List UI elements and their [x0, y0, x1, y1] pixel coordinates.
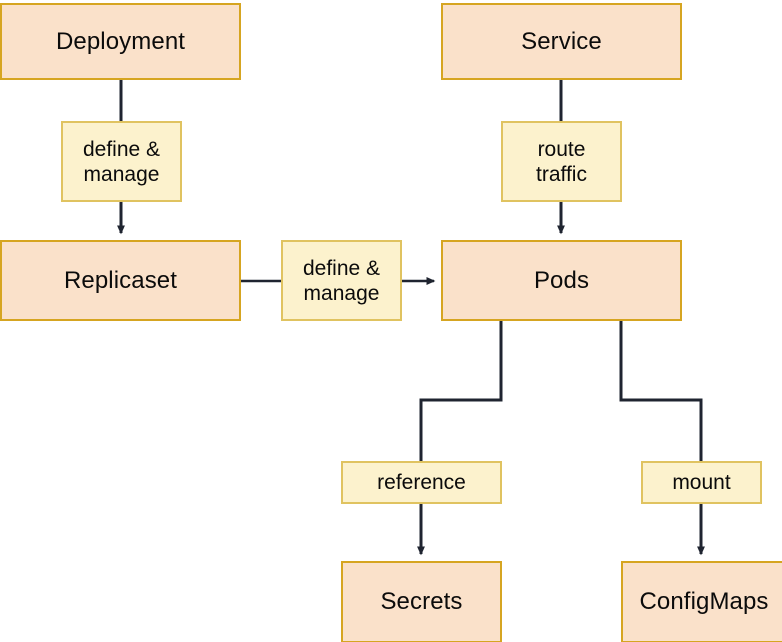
edge-label-reference[interactable]: reference	[341, 461, 502, 504]
edge-label-route-traffic[interactable]: route traffic	[501, 121, 622, 202]
node-configmaps-label: ConfigMaps	[639, 588, 769, 615]
edge-label-mount[interactable]: mount	[641, 461, 762, 504]
edge-label-define-manage-replicaset-text: define & manage	[302, 256, 381, 305]
edge-label-mount-text: mount	[672, 471, 731, 494]
edge-label-define-manage-replicaset[interactable]: define & manage	[281, 240, 402, 321]
diagram-canvas: Deployment Service Replicaset Pods Secre…	[0, 0, 782, 642]
edge-label-define-manage-deployment[interactable]: define & manage	[61, 121, 182, 202]
node-replicaset[interactable]: Replicaset	[0, 240, 241, 321]
edge-pods-to-mount	[619, 321, 703, 461]
node-secrets[interactable]: Secrets	[341, 561, 502, 642]
node-configmaps[interactable]: ConfigMaps	[621, 561, 782, 642]
edge-label-reference-text: reference	[377, 471, 466, 494]
node-secrets-label: Secrets	[380, 588, 463, 615]
edge-label-route-traffic-text: route traffic	[536, 137, 587, 186]
node-service-label: Service	[521, 27, 602, 55]
node-replicaset-label: Replicaset	[63, 266, 178, 294]
edge-connector-layer	[117, 80, 705, 556]
node-pods-label: Pods	[533, 266, 590, 294]
node-service[interactable]: Service	[441, 3, 682, 80]
node-pods[interactable]: Pods	[441, 240, 682, 321]
edge-label-define-manage-deployment-text: define & manage	[82, 137, 161, 186]
node-deployment[interactable]: Deployment	[0, 3, 241, 80]
edge-pods-to-reference	[419, 321, 503, 461]
node-deployment-label: Deployment	[55, 27, 186, 55]
